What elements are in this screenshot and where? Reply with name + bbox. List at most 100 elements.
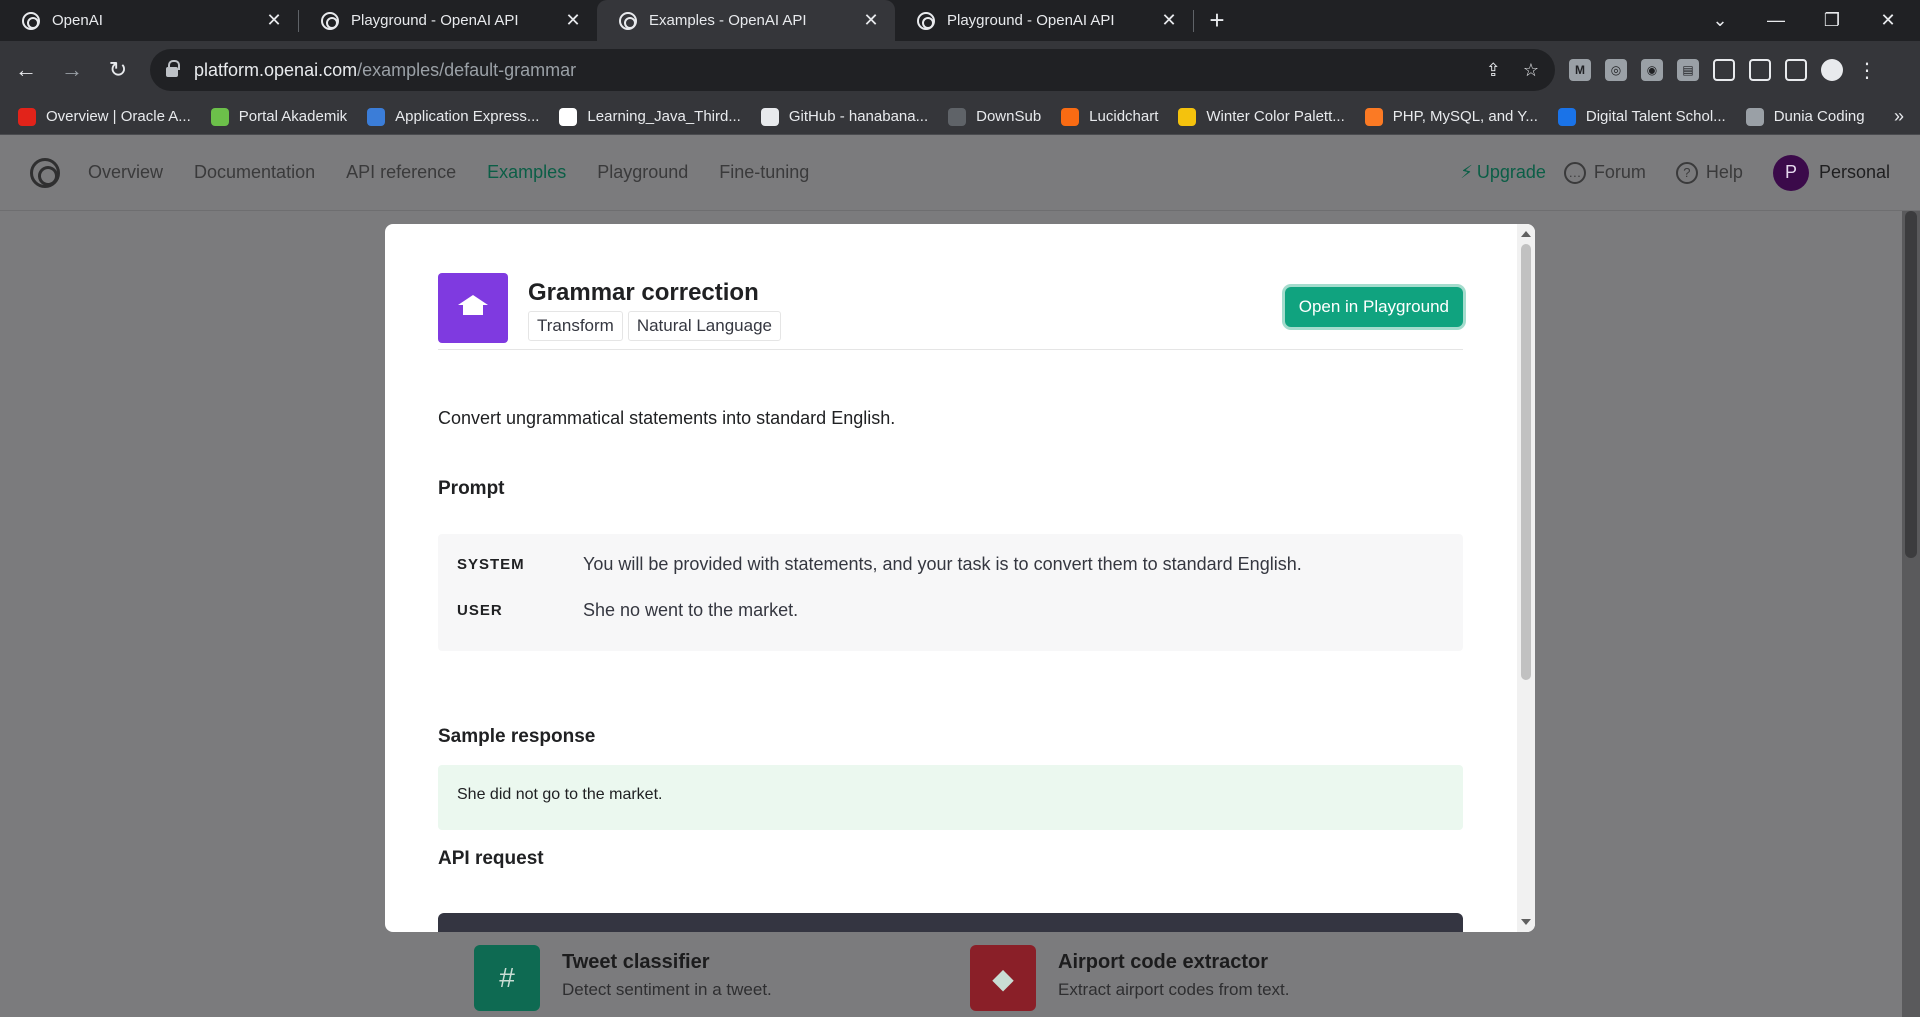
bookmark-favicon-icon xyxy=(210,107,229,126)
bookmark-label: Winter Color Palett... xyxy=(1206,108,1345,125)
extension-m-icon[interactable]: M xyxy=(1569,59,1591,81)
message-content: You will be provided with statements, an… xyxy=(583,554,1302,574)
nav-documentation[interactable]: Documentation xyxy=(194,162,315,183)
forum-link[interactable]: … Forum xyxy=(1563,161,1646,184)
bookmark-label: Lucidchart xyxy=(1089,108,1159,125)
upgrade-link[interactable]: ⚡ Upgrade xyxy=(1460,162,1546,183)
bookmark-item[interactable]: PHP, MySQL, and Y... xyxy=(1364,107,1538,126)
chat-bubble-icon: … xyxy=(1563,161,1586,184)
card-description: Detect sentiment in a tweet. xyxy=(562,980,772,999)
bookmark-item[interactable]: DownSub xyxy=(948,107,1041,126)
tab-title: Playground - OpenAI API xyxy=(947,12,1115,29)
card-title: Airport code extractor xyxy=(1058,951,1269,973)
bookmark-label: Overview | Oracle A... xyxy=(46,108,191,125)
bookmark-label: Learning_Java_Third... xyxy=(587,108,741,125)
open-in-playground-button[interactable]: Open in Playground xyxy=(1284,287,1463,327)
restore-icon[interactable]: ❐ xyxy=(1804,0,1860,41)
bookmark-item[interactable]: Application Express... xyxy=(367,107,540,126)
side-panel-icon[interactable] xyxy=(1785,59,1807,81)
nav-playground[interactable]: Playground xyxy=(597,162,688,183)
nav-fine-tuning[interactable]: Fine-tuning xyxy=(719,162,809,183)
page-scroll-thumb[interactable] xyxy=(1905,211,1917,558)
nav-examples[interactable]: Examples xyxy=(487,162,566,183)
download-icon[interactable] xyxy=(1749,59,1771,81)
browser-tab-active[interactable]: Examples - OpenAI API ✕ xyxy=(597,0,895,41)
bookmark-favicon-icon xyxy=(1557,107,1576,126)
role-label: USER xyxy=(457,602,503,619)
modal-scroll-thumb[interactable] xyxy=(1521,244,1531,680)
help-link[interactable]: ? Help xyxy=(1675,161,1743,184)
tag-badge: Transform xyxy=(528,311,623,341)
modal-scrollbar[interactable] xyxy=(1517,224,1535,932)
close-tab-icon[interactable]: ✕ xyxy=(861,10,881,31)
minimize-icon[interactable]: — xyxy=(1748,0,1804,41)
openai-favicon-icon xyxy=(22,11,40,30)
camera-icon[interactable]: ◉ xyxy=(1641,59,1663,81)
bookmark-item[interactable]: Dunia Coding xyxy=(1745,107,1865,126)
nav-api-reference[interactable]: API reference xyxy=(346,162,456,183)
prompt-heading: Prompt xyxy=(438,478,505,499)
example-card[interactable]: ◆ Airport code extractor Extract airport… xyxy=(970,945,1289,1011)
help-icon: ? xyxy=(1675,161,1698,184)
bookmark-item[interactable]: Lucidchart xyxy=(1061,107,1159,126)
page-viewport: Overview Documentation API reference Exa… xyxy=(0,135,1920,1017)
close-tab-icon[interactable]: ✕ xyxy=(264,10,284,31)
browser-tab[interactable]: Playground - OpenAI API ✕ xyxy=(895,0,1193,41)
bookmark-label: Application Express... xyxy=(395,108,540,125)
close-tab-icon[interactable]: ✕ xyxy=(563,10,583,31)
message-content: She no went to the market. xyxy=(583,600,799,620)
address-bar[interactable]: platform.openai.com/examples/default-gra… xyxy=(150,49,1555,91)
forward-icon[interactable]: → xyxy=(52,50,92,90)
url-path: /examples/default-grammar xyxy=(357,59,577,80)
bookmark-label: PHP, MySQL, and Y... xyxy=(1392,108,1538,125)
tab-search-icon[interactable]: ⌄ xyxy=(1692,0,1748,41)
browser-toolbar: ← → ↻ platform.openai.com/examples/defau… xyxy=(0,41,1920,99)
openai-logo-icon[interactable] xyxy=(30,157,60,188)
bookmark-item[interactable]: Digital Talent Schol... xyxy=(1557,107,1726,126)
bookmark-favicon-icon xyxy=(1178,107,1197,126)
back-icon[interactable]: ← xyxy=(6,50,46,90)
example-header: Grammar correction Transform Natural Lan… xyxy=(438,273,1463,350)
bookmark-item[interactable]: Learning_Java_Third... xyxy=(559,107,741,126)
avatar[interactable]: P xyxy=(1772,154,1809,191)
menu-kebab-icon[interactable]: ⋮ xyxy=(1857,58,1877,83)
account-name[interactable]: Personal xyxy=(1819,162,1890,183)
bookmark-label: Dunia Coding xyxy=(1773,108,1865,125)
profile-avatar-icon[interactable] xyxy=(1821,59,1843,81)
nav-overview[interactable]: Overview xyxy=(88,162,163,183)
more-bookmarks-icon[interactable]: » xyxy=(1894,106,1904,127)
browser-tab[interactable]: OpenAI ✕ xyxy=(0,0,298,41)
browser-tab[interactable]: Playground - OpenAI API ✕ xyxy=(299,0,597,41)
example-card[interactable]: # Tweet classifier Detect sentiment in a… xyxy=(474,945,772,1011)
bookmark-favicon-icon xyxy=(760,107,779,126)
scroll-up-icon[interactable] xyxy=(1521,231,1531,237)
extension-toggle-icon[interactable]: ◎ xyxy=(1605,59,1627,81)
tag-icon: ◆ xyxy=(970,945,1036,1011)
example-tags: Transform Natural Language xyxy=(528,311,781,341)
hash-icon: # xyxy=(474,945,540,1011)
page-scrollbar[interactable] xyxy=(1902,211,1920,1017)
example-description: Convert ungrammatical statements into st… xyxy=(438,408,896,428)
close-window-icon[interactable]: ✕ xyxy=(1860,0,1916,41)
bookmark-item[interactable]: Portal Akademik xyxy=(210,107,347,126)
bookmark-star-icon[interactable]: ☆ xyxy=(1523,60,1539,81)
tag-badge: Natural Language xyxy=(627,311,781,341)
example-cards-background: # Tweet classifier Detect sentiment in a… xyxy=(474,935,1374,1017)
bookmark-favicon-icon xyxy=(948,107,967,126)
extension-doc-icon[interactable]: ▤ xyxy=(1677,59,1699,81)
api-code-block xyxy=(438,913,1463,932)
bookmark-favicon-icon xyxy=(559,107,578,126)
forum-label: Forum xyxy=(1593,162,1646,182)
bookmark-item[interactable]: Winter Color Palett... xyxy=(1178,107,1345,126)
lock-icon[interactable] xyxy=(166,60,180,77)
puzzle-extensions-icon[interactable] xyxy=(1713,59,1735,81)
close-tab-icon[interactable]: ✕ xyxy=(1159,10,1179,31)
bookmark-item[interactable]: Overview | Oracle A... xyxy=(18,107,191,126)
bookmark-favicon-icon xyxy=(1745,107,1764,126)
reload-icon[interactable]: ↻ xyxy=(98,50,138,90)
scroll-down-icon[interactable] xyxy=(1521,919,1531,925)
card-title: Tweet classifier xyxy=(562,951,710,973)
share-icon[interactable]: ⇪ xyxy=(1486,60,1501,81)
bookmark-item[interactable]: GitHub - hanabana... xyxy=(760,107,928,126)
new-tab-button[interactable]: + xyxy=(1194,0,1240,41)
